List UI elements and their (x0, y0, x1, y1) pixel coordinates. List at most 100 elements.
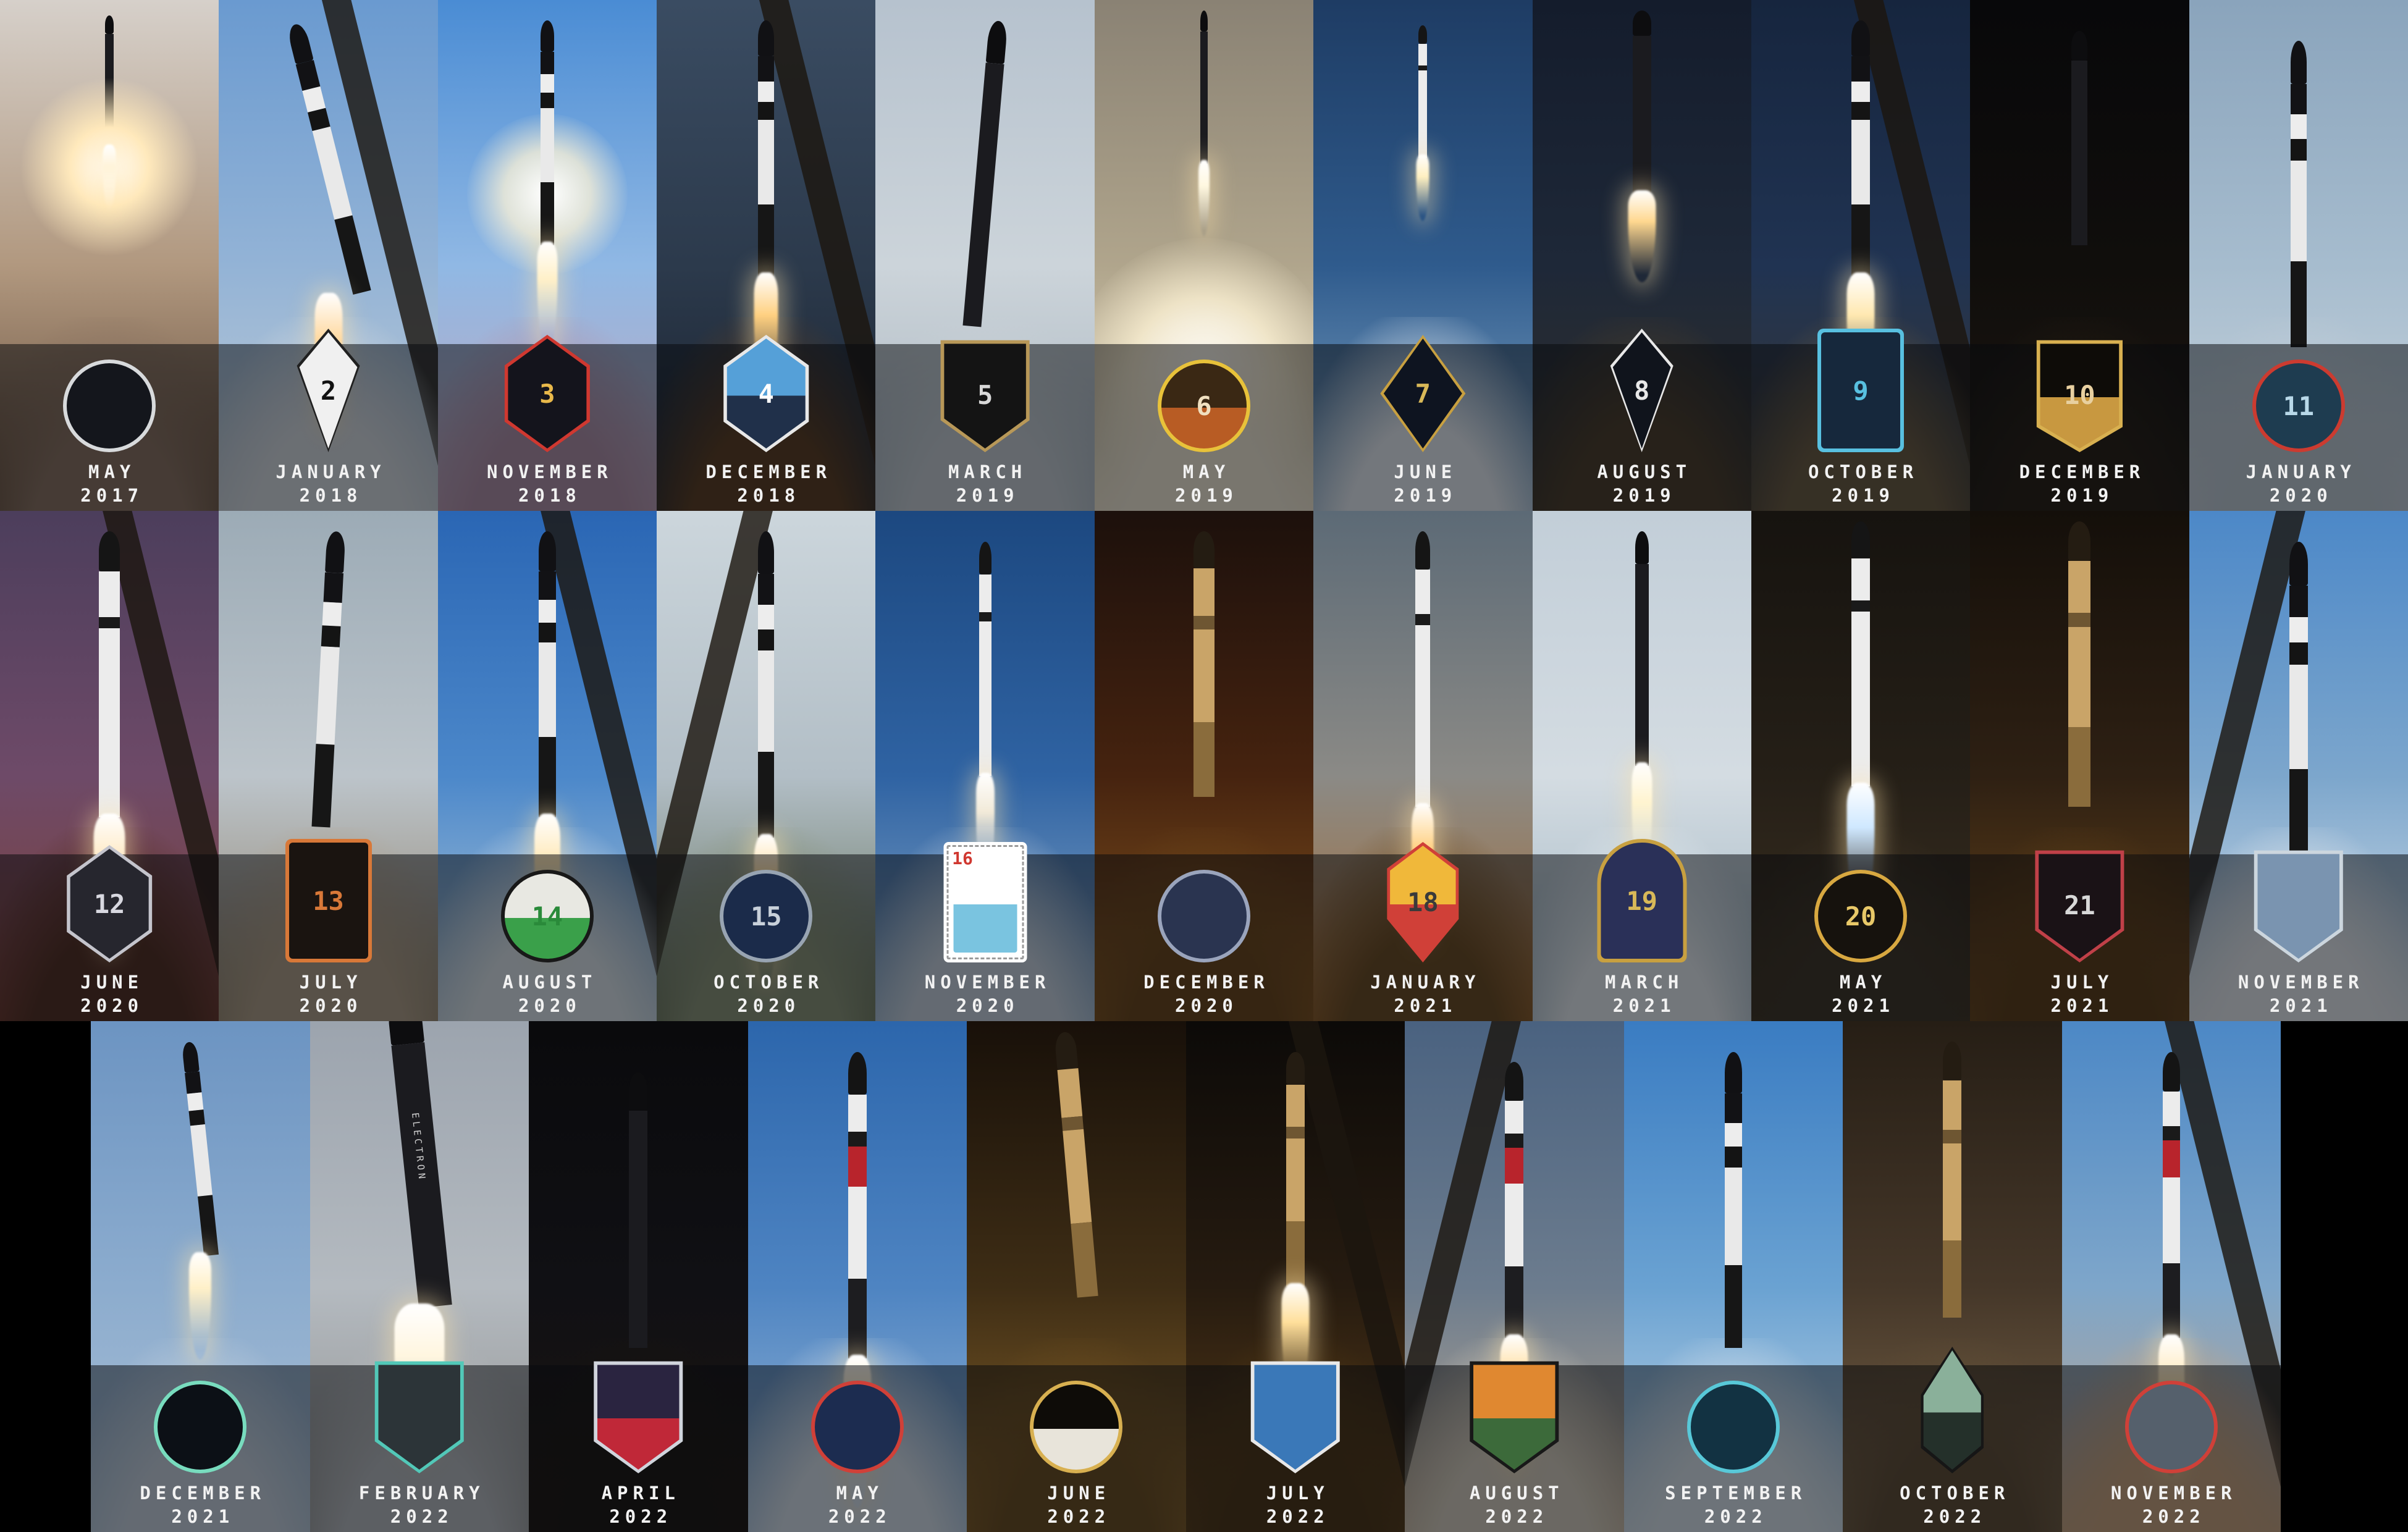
electron-rocket (629, 1072, 647, 1349)
patch-icon-its-a-little-chile-up-here: 21 (2033, 848, 2126, 962)
date-patch-band: 4DECEMBER2018 (657, 344, 875, 511)
rocket-body-segment (758, 752, 774, 838)
patch-icon-a-data-with-destiny (154, 1381, 246, 1473)
launch-tile: NOVEMBER2022 (2062, 1021, 2281, 1532)
rocket-body-segment (1505, 1184, 1523, 1266)
launch-year-label: 2022 (1843, 1506, 2062, 1527)
launch-year-label: 2020 (438, 995, 657, 1016)
rocket-body-segment (1286, 1138, 1305, 1221)
rocket-body-segment (2291, 84, 2307, 115)
rocket-body-segment (758, 120, 774, 204)
patch-mission-number (1468, 1359, 1560, 1473)
date-patch-band: FEBRUARY2022 (310, 1365, 529, 1532)
launch-year-label: 2021 (1751, 995, 1970, 1016)
rocket-body-segment (105, 34, 114, 148)
rocket-nose (2068, 521, 2090, 562)
date-patch-band: 6MAY2019 (1095, 344, 1313, 511)
patch-icon-love-at-first-insight (2252, 848, 2345, 962)
launch-tile: 12JUNE2020 (0, 511, 219, 1021)
patch-icon-without-mission-a-beat (592, 1359, 684, 1473)
date-patch-band: OCTOBER2022 (1843, 1365, 2062, 1532)
rocket-nose (2291, 41, 2307, 83)
launch-tile: 4DECEMBER2018 (657, 0, 875, 511)
patch-icon-elana-xix: 4 (720, 335, 812, 452)
launch-tile: JULY2022 (1186, 1021, 1405, 1532)
electron-rocket (1415, 531, 1430, 807)
rocket-body-segment (539, 571, 556, 600)
launch-year-label: 2021 (1313, 995, 1532, 1016)
date-patch-band: 2JANUARY2018 (219, 344, 437, 511)
rocket-body-segment (979, 621, 991, 777)
patch-icon-there-and-back-again (811, 1381, 904, 1473)
rocket-nose (1200, 11, 1208, 32)
rocket-body-segment (758, 574, 774, 605)
rocket-body-segment (758, 605, 774, 629)
launch-tile: 9OCTOBER2019 (1751, 0, 1970, 511)
rocket-body-segment (2071, 61, 2087, 245)
electron-rocket (1635, 531, 1649, 766)
electron-rocket (979, 542, 991, 777)
rocket-body-segment (629, 1111, 647, 1348)
launch-month-label: MAY (1751, 972, 1970, 993)
date-patch-band: 10DECEMBER2019 (1970, 344, 2189, 511)
rocket-body-segment (311, 744, 334, 828)
date-patch-band: DECEMBER2020 (1095, 854, 1313, 1021)
electron-rocket (1200, 11, 1208, 164)
electron-rocket (1505, 1062, 1523, 1338)
rocket-body-segment (848, 1279, 867, 1358)
electron-rocket (105, 15, 114, 148)
rocket-body-segment (539, 623, 556, 642)
date-patch-band: AUGUST2022 (1405, 1365, 1624, 1532)
launch-month-label: JUNE (967, 1483, 1186, 1504)
patch-icon-the-owl-spreads-its-wings (1687, 1381, 1780, 1473)
rocket-nose (1055, 1031, 1079, 1070)
launch-month-label: FEBRUARY (310, 1483, 529, 1504)
electron-rocket (1725, 1052, 1742, 1349)
patch-icon-look-ma-no-hands: 8 (1596, 329, 1688, 452)
patch-mission-number (592, 1359, 684, 1473)
rocket-body-segment (1851, 558, 1870, 601)
patch-mission-number (1908, 1347, 1997, 1473)
launch-month-label: AUGUST (1405, 1483, 1624, 1504)
launch-tile: APRIL2022 (529, 1021, 748, 1532)
rocket-body-segment (322, 602, 342, 626)
rocket-body-segment (541, 182, 554, 245)
rocket-body-segment (1851, 56, 1870, 82)
launch-tile: DECEMBER2020 (1095, 511, 1313, 1021)
date-patch-band: 5MARCH2019 (875, 344, 1094, 511)
launch-year-label: 2020 (0, 995, 219, 1016)
patch-mission-number (1158, 870, 1250, 962)
rocket-body-segment (1725, 1168, 1742, 1265)
rocket-body-segment (2068, 727, 2090, 807)
launch-year-label: 2021 (1533, 995, 1751, 1016)
patch-mission-number: 4 (720, 335, 812, 452)
launch-tile: 16NOVEMBER2020 (875, 511, 1094, 1021)
rocket-nose (325, 531, 345, 574)
date-patch-band: 20MAY2021 (1751, 854, 1970, 1021)
launch-tile: 5MARCH2019 (875, 0, 1094, 511)
rocket-body-segment (758, 629, 774, 651)
launch-month-label: NOVEMBER (438, 461, 657, 482)
date-patch-band: 12JUNE2020 (0, 854, 219, 1021)
patch-mission-number (2125, 1381, 2218, 1473)
electron-rocket (1851, 521, 1870, 787)
date-patch-band: MAY2022 (748, 1365, 967, 1532)
patch-mission-number: 15 (720, 870, 812, 962)
launch-year-label: 2018 (219, 485, 437, 506)
launch-tile: 15OCTOBER2020 (657, 511, 875, 1021)
patch-mission-number: 11 (2252, 360, 2345, 452)
rocket-body-segment (1505, 1134, 1523, 1147)
rocket-body-segment (1725, 1093, 1742, 1123)
launch-year-label: 2019 (1313, 485, 1532, 506)
electron-rocket (99, 531, 120, 817)
rocket-body-segment (1058, 1068, 1083, 1117)
rocket-body-segment (321, 626, 340, 647)
electron-rocket (1193, 531, 1215, 797)
rocket-body-segment (1725, 1123, 1742, 1147)
rocket-nose (1415, 531, 1430, 570)
electron-rocket (2289, 542, 2308, 858)
patch-icon-another-one-leaves-the-crust: 18 (1378, 842, 1468, 962)
patch-mission-number (1687, 1381, 1780, 1473)
launch-year-label: 2022 (310, 1506, 529, 1527)
date-patch-band: APRIL2022 (529, 1365, 748, 1532)
